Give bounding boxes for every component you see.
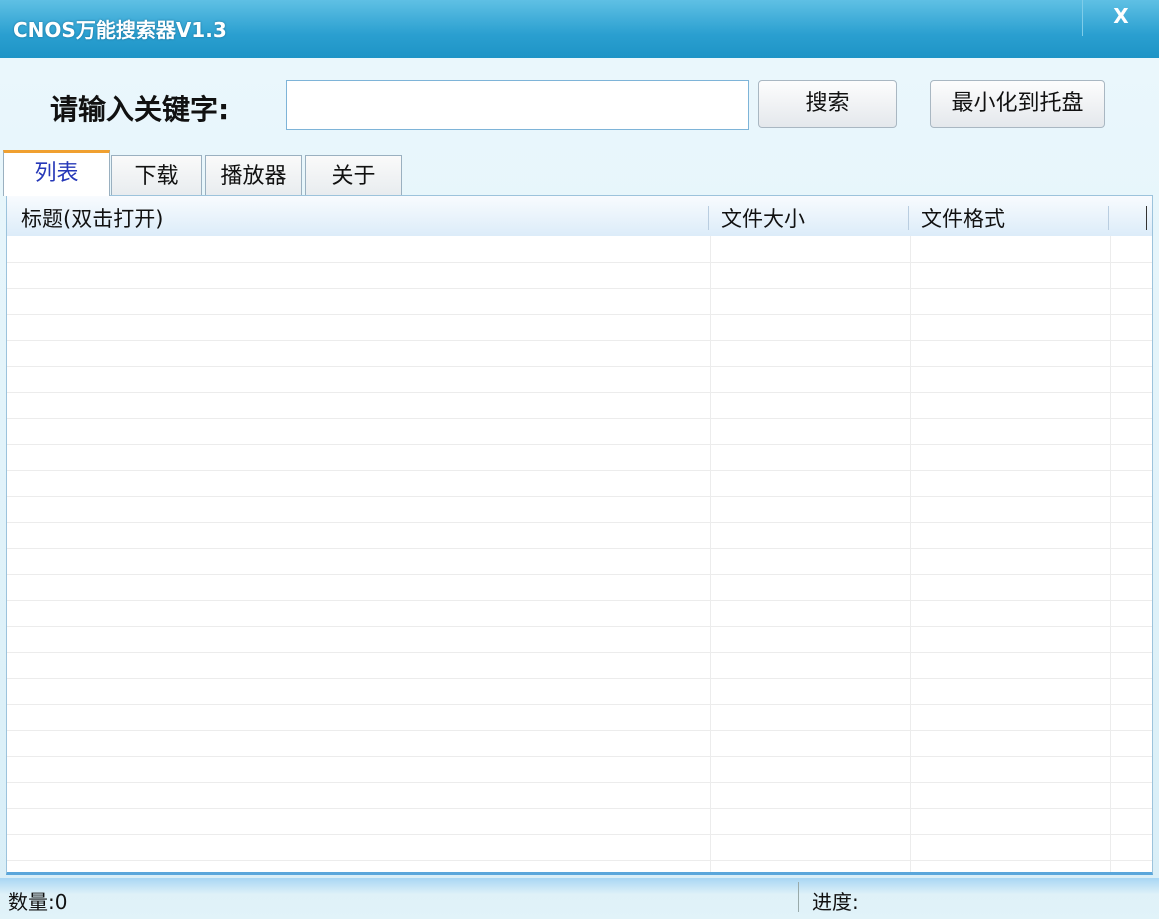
table-row-line xyxy=(7,548,1152,549)
status-divider xyxy=(798,882,799,912)
table-row-line xyxy=(7,470,1152,471)
table-row-line xyxy=(7,496,1152,497)
table-row-line xyxy=(7,704,1152,705)
table-row-line xyxy=(7,600,1152,601)
table-row-line xyxy=(7,574,1152,575)
table-row-line xyxy=(7,808,1152,809)
table-row-line xyxy=(7,288,1152,289)
keyword-input[interactable] xyxy=(286,80,749,130)
tab-download[interactable]: 下载 xyxy=(111,155,202,195)
table-row-line xyxy=(7,522,1152,523)
table-row-line xyxy=(7,652,1152,653)
column-divider[interactable] xyxy=(1146,206,1147,230)
grid-line xyxy=(710,236,711,872)
tab-list[interactable]: 列表 xyxy=(3,150,110,196)
column-header-format[interactable]: 文件格式 xyxy=(921,203,1005,233)
column-header-size[interactable]: 文件大小 xyxy=(721,203,805,233)
table-row-line xyxy=(7,444,1152,445)
table-row-line xyxy=(7,314,1152,315)
close-button[interactable]: X xyxy=(1082,0,1159,36)
table-row-line xyxy=(7,392,1152,393)
progress-label: 进度: xyxy=(812,890,859,914)
table-row-line xyxy=(7,834,1152,835)
table-row-line xyxy=(7,418,1152,419)
table-row-line xyxy=(7,756,1152,757)
keyword-label: 请输入关键字: xyxy=(50,93,230,126)
window-title: CNOS万能搜索器V1.3 xyxy=(13,18,227,42)
search-button[interactable]: 搜索 xyxy=(758,80,897,128)
table-header: 标题(双击打开) 文件大小 文件格式 xyxy=(7,196,1152,236)
tab-player[interactable]: 播放器 xyxy=(205,155,302,195)
table-row-line xyxy=(7,678,1152,679)
column-divider[interactable] xyxy=(1108,206,1109,230)
table-row-line xyxy=(7,262,1152,263)
status-bar xyxy=(0,878,1159,919)
table-row-line xyxy=(7,860,1152,861)
results-table[interactable]: 标题(双击打开) 文件大小 文件格式 xyxy=(6,195,1153,875)
tab-about[interactable]: 关于 xyxy=(305,155,402,195)
title-bar: CNOS万能搜索器V1.3 X xyxy=(0,0,1159,58)
table-row-line xyxy=(7,782,1152,783)
table-row-line xyxy=(7,340,1152,341)
column-divider[interactable] xyxy=(708,206,709,230)
column-header-title[interactable]: 标题(双击打开) xyxy=(21,203,163,233)
minimize-to-tray-button[interactable]: 最小化到托盘 xyxy=(930,80,1105,128)
grid-line xyxy=(910,236,911,872)
table-row-line xyxy=(7,366,1152,367)
item-count: 数量:0 xyxy=(8,890,68,914)
column-divider[interactable] xyxy=(908,206,909,230)
table-row-line xyxy=(7,730,1152,731)
table-row-line xyxy=(7,626,1152,627)
grid-line xyxy=(1110,236,1111,872)
